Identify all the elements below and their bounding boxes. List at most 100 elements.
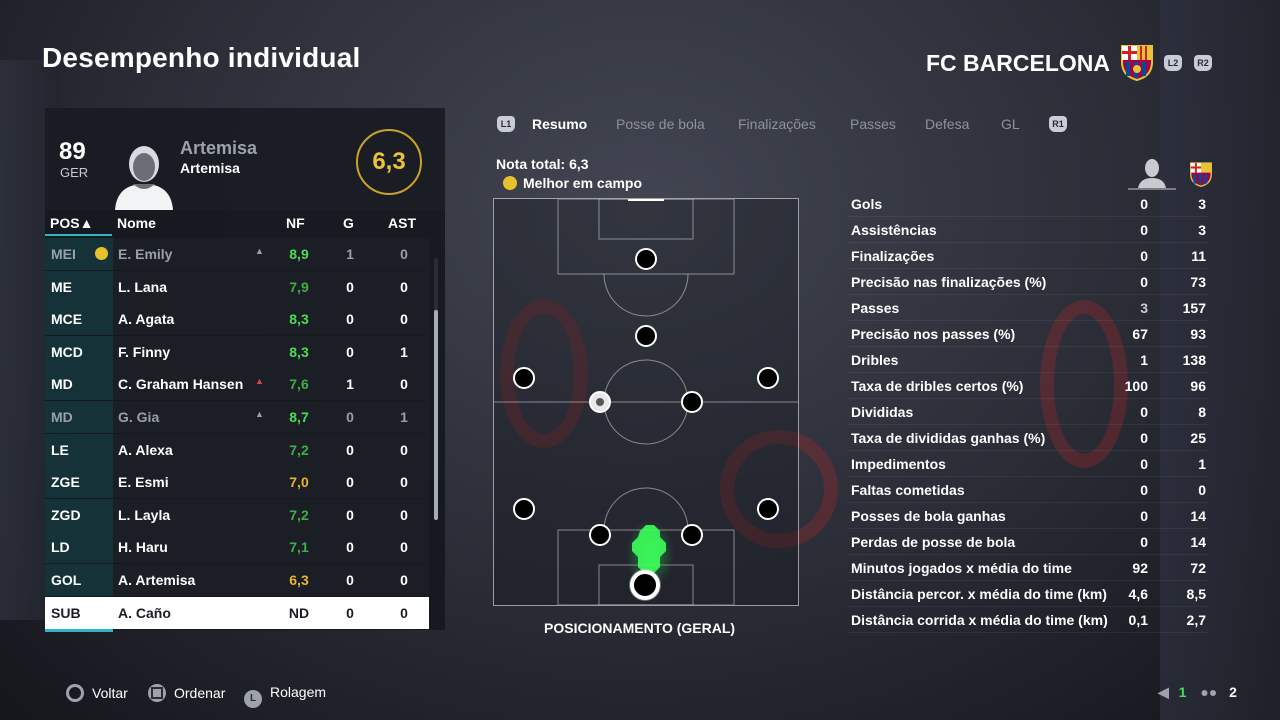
tab-posse-de-bola[interactable]: Posse de bola xyxy=(616,116,705,132)
sort-button[interactable]: Ordenar xyxy=(148,684,225,702)
stat-row: Gols 0 3 xyxy=(848,190,1208,217)
row-rating: 8,9 xyxy=(289,246,309,262)
row-rating: 8,7 xyxy=(289,409,309,425)
page-current: 1 xyxy=(1178,684,1187,700)
stat-player-value: 0 xyxy=(1140,534,1148,550)
stat-row: Precisão nas finalizações (%) 0 73 xyxy=(848,268,1208,295)
stat-label: Taxa de divididas ganhas (%) xyxy=(851,430,1046,446)
table-row[interactable]: GOL A. Artemisa 6,3 0 0 xyxy=(45,564,429,596)
stat-team-value: 157 xyxy=(1182,300,1206,316)
stat-label: Minutos jogados x média do time xyxy=(851,560,1072,576)
stat-row: Assistências 0 3 xyxy=(848,216,1208,243)
back-label: Voltar xyxy=(92,685,128,701)
table-row[interactable]: MCD F. Finny 8,3 0 1 xyxy=(45,335,429,368)
pitch-lines xyxy=(494,198,798,606)
player-name-secondary: Artemisa xyxy=(180,160,240,176)
row-rating: 8,3 xyxy=(289,343,309,360)
sort-label: Ordenar xyxy=(174,685,226,701)
row-assists: 0 xyxy=(400,278,408,295)
stat-label: Precisão nas finalizações (%) xyxy=(851,274,1047,290)
row-goals: 0 xyxy=(346,474,354,491)
row-assists: 0 xyxy=(400,441,408,458)
header-nf[interactable]: NF xyxy=(286,215,305,231)
stat-player-value: 0 xyxy=(1140,248,1148,264)
header-ast[interactable]: AST xyxy=(388,215,416,231)
tab-resumo[interactable]: Resumo xyxy=(532,116,587,132)
row-rating: 7,2 xyxy=(289,441,309,458)
stat-row: Taxa de dribles certos (%) 100 96 xyxy=(848,372,1208,399)
r2-button[interactable]: R2 xyxy=(1194,55,1212,71)
stat-team-value: 11 xyxy=(1191,248,1206,264)
table-row[interactable]: MD C. Graham Hansen ▲ 7,6 1 0 xyxy=(45,368,429,401)
table-row[interactable]: MD G. Gia ▲ 8,7 0 1 xyxy=(45,401,429,433)
row-rating: 8,3 xyxy=(289,311,309,328)
row-rating: 7,6 xyxy=(289,376,309,393)
stat-player-value: 0 xyxy=(1140,430,1148,446)
header-name[interactable]: Nome xyxy=(117,215,156,231)
back-button[interactable]: Voltar xyxy=(66,684,128,702)
header-pos[interactable]: POS▲ xyxy=(50,215,93,231)
stat-player-value: 1 xyxy=(1140,352,1148,368)
stat-player-value: 0 xyxy=(1140,274,1148,290)
tab-finalizacoes[interactable]: Finalizações xyxy=(738,116,816,132)
total-rating: Nota total: 6,3 xyxy=(496,156,589,172)
r1-button[interactable]: R1 xyxy=(1049,116,1067,132)
stat-row: Minutos jogados x média do time 92 72 xyxy=(848,554,1208,581)
stat-team-value: 96 xyxy=(1190,378,1206,394)
l2-button[interactable]: L2 xyxy=(1164,55,1182,71)
scroll-label: Rolagem xyxy=(270,684,327,700)
row-assists: 0 xyxy=(400,539,408,556)
pitch-label: POSICIONAMENTO (GERAL) xyxy=(544,620,736,636)
table-row[interactable]: ME L. Lana 7,9 0 0 xyxy=(45,270,429,303)
man-of-the-match-label: Melhor em campo xyxy=(523,175,643,191)
tab-gl[interactable]: GL xyxy=(1001,116,1020,132)
row-player-name: G. Gia xyxy=(118,409,160,425)
row-assists: 0 xyxy=(400,604,408,621)
sort-indicator xyxy=(45,234,112,236)
stat-label: Distância corrida x média do time (km) xyxy=(851,612,1108,628)
players-icon: ●● xyxy=(1200,684,1218,700)
stat-team-value: 3 xyxy=(1198,222,1206,238)
table-row[interactable]: SUB A. Caño ND 0 0 xyxy=(45,596,429,632)
stat-row: Dribles 1 138 xyxy=(848,346,1208,373)
scroll-button[interactable]: L Rolagem xyxy=(244,684,326,708)
stat-row: Finalizações 0 11 xyxy=(848,242,1208,269)
stat-player-value: 0 xyxy=(1140,456,1148,472)
stat-team-value: 3 xyxy=(1198,196,1206,212)
row-assists: 0 xyxy=(400,311,408,328)
table-row[interactable]: MCE A. Agata 8,3 0 0 xyxy=(45,303,429,336)
stat-team-value: 138 xyxy=(1182,352,1206,368)
row-position: ZGE xyxy=(51,474,80,491)
selected-player-dot xyxy=(630,570,660,600)
table-row[interactable]: ZGD L. Layla 7,2 0 0 xyxy=(45,498,429,531)
stat-label: Distância percor. x média do time (km) xyxy=(851,586,1107,602)
stat-team-value: 14 xyxy=(1190,534,1206,550)
table-row[interactable]: MEI E. Emily ▲ 8,9 1 0 xyxy=(45,238,429,270)
table-row[interactable]: LD H. Haru 7,1 0 0 xyxy=(45,531,429,564)
stat-row: Precisão nos passes (%) 67 93 xyxy=(848,320,1208,347)
stat-label: Divididas xyxy=(851,404,914,420)
stat-row: Faltas cometidas 0 0 xyxy=(848,476,1208,503)
trend-arrow-icon: ▲ xyxy=(255,409,264,419)
row-goals: 0 xyxy=(346,278,354,295)
l1-button[interactable]: L1 xyxy=(497,116,515,132)
stat-player-value: 92 xyxy=(1132,560,1148,576)
trend-arrow-icon: ▲ xyxy=(255,246,264,256)
stat-row: Distância percor. x média do time (km) 4,… xyxy=(848,580,1208,607)
scrollbar-thumb[interactable] xyxy=(434,310,438,520)
row-assists: 1 xyxy=(400,409,408,425)
stat-label: Passes xyxy=(851,300,900,316)
row-goals: 0 xyxy=(346,441,354,458)
tab-defesa[interactable]: Defesa xyxy=(925,116,969,132)
table-row[interactable]: LE A. Alexa 7,2 0 0 xyxy=(45,433,429,466)
header-g[interactable]: G xyxy=(343,215,354,231)
row-player-name: E. Emily xyxy=(118,246,173,262)
row-goals: 0 xyxy=(346,539,354,556)
positioning-pitch xyxy=(493,198,799,606)
stat-team-value: 2,7 xyxy=(1186,612,1206,628)
table-row[interactable]: ZGE E. Esmi 7,0 0 0 xyxy=(45,466,429,499)
tab-passes[interactable]: Passes xyxy=(850,116,896,132)
left-stick-icon: L xyxy=(244,690,262,708)
stat-row: Taxa de divididas ganhas (%) 0 25 xyxy=(848,424,1208,451)
page-indicator[interactable]: ◀ 1 ●● 2 xyxy=(1158,684,1237,701)
